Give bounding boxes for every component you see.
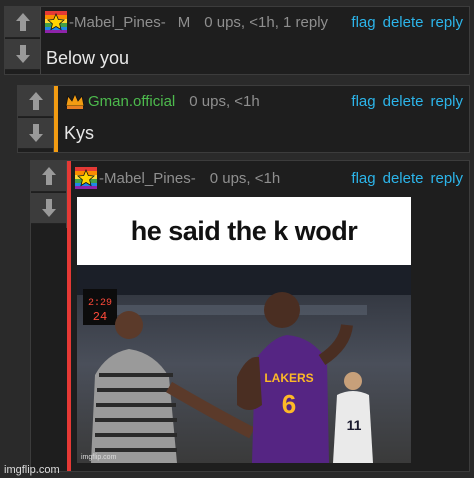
scoreboard-time: 2:29 <box>88 298 112 309</box>
comment-header: -Mabel_Pines- M 0 ups, <1h, 1 reply flag… <box>45 7 463 37</box>
comment-2: Gman.official 0 ups, <1h flag delete rep… <box>17 85 470 153</box>
comment-meta: 0 ups, <1h, 1 reply <box>204 13 329 31</box>
delete-link[interactable]: delete <box>383 170 424 187</box>
flag-link[interactable]: flag <box>351 14 375 31</box>
comment-meta: 0 ups, <1h <box>209 169 281 187</box>
username[interactable]: Gman.official <box>88 93 175 110</box>
upvote-button[interactable] <box>31 161 66 192</box>
arrow-up-icon <box>15 13 30 31</box>
delete-link[interactable]: delete <box>383 14 424 31</box>
rainbow-star-badge-icon <box>45 11 67 33</box>
comment-1: -Mabel_Pines- M 0 ups, <1h, 1 reply flag… <box>4 6 470 75</box>
downvote-button[interactable] <box>31 193 66 224</box>
gender-label: M <box>177 13 191 31</box>
comment-meta: 0 ups, <1h <box>189 92 260 110</box>
meme-caption: he said the k wodr <box>130 215 358 246</box>
arrow-down-icon <box>28 124 43 142</box>
jersey-number: 6 <box>282 389 296 419</box>
upvote-button[interactable] <box>18 86 53 117</box>
downvote-button[interactable] <box>5 39 40 70</box>
comment-text: Kys <box>64 123 95 143</box>
reply-accent-bar <box>54 86 58 152</box>
upvote-button[interactable] <box>5 7 40 38</box>
reply-accent-bar <box>67 161 71 471</box>
comment-text: Below you <box>46 48 130 68</box>
comment-header: Gman.official 0 ups, <1h flag delete rep… <box>64 86 463 116</box>
background-jersey-number: 11 <box>347 417 362 433</box>
meme-image[interactable]: he said the k wodr 2:29 24 LAKERS 6 11 i… <box>77 197 411 463</box>
reply-link[interactable]: reply <box>430 14 463 31</box>
rainbow-star-badge-icon <box>75 167 97 189</box>
vote-column <box>31 161 67 228</box>
vote-column <box>18 86 54 152</box>
comment-actions: flag delete reply <box>351 170 463 187</box>
arrow-down-icon <box>15 45 30 63</box>
comment-actions: flag delete reply <box>351 14 463 31</box>
site-watermark: imgflip.com <box>4 464 60 476</box>
arrow-up-icon <box>28 92 43 110</box>
crown-badge-icon <box>65 92 85 109</box>
delete-link[interactable]: delete <box>383 93 424 110</box>
flag-link[interactable]: flag <box>351 170 375 187</box>
basketball-photo: 2:29 24 LAKERS 6 11 imgflip.com <box>77 265 411 463</box>
comment-header: -Mabel_Pines- 0 ups, <1h flag delete rep… <box>75 163 463 193</box>
meme-watermark: imgflip.com <box>81 454 117 461</box>
scoreboard-shot: 24 <box>93 310 107 324</box>
vote-column <box>5 7 41 74</box>
reply-link[interactable]: reply <box>430 93 463 110</box>
reply-link[interactable]: reply <box>430 170 463 187</box>
jersey-team: LAKERS <box>264 371 313 385</box>
flag-link[interactable]: flag <box>351 93 375 110</box>
arrow-up-icon <box>41 167 56 185</box>
downvote-button[interactable] <box>18 118 53 149</box>
arrow-down-icon <box>41 199 56 217</box>
username[interactable]: -Mabel_Pines- <box>99 170 196 187</box>
comment-actions: flag delete reply <box>351 93 463 110</box>
username[interactable]: -Mabel_Pines- <box>69 14 166 31</box>
